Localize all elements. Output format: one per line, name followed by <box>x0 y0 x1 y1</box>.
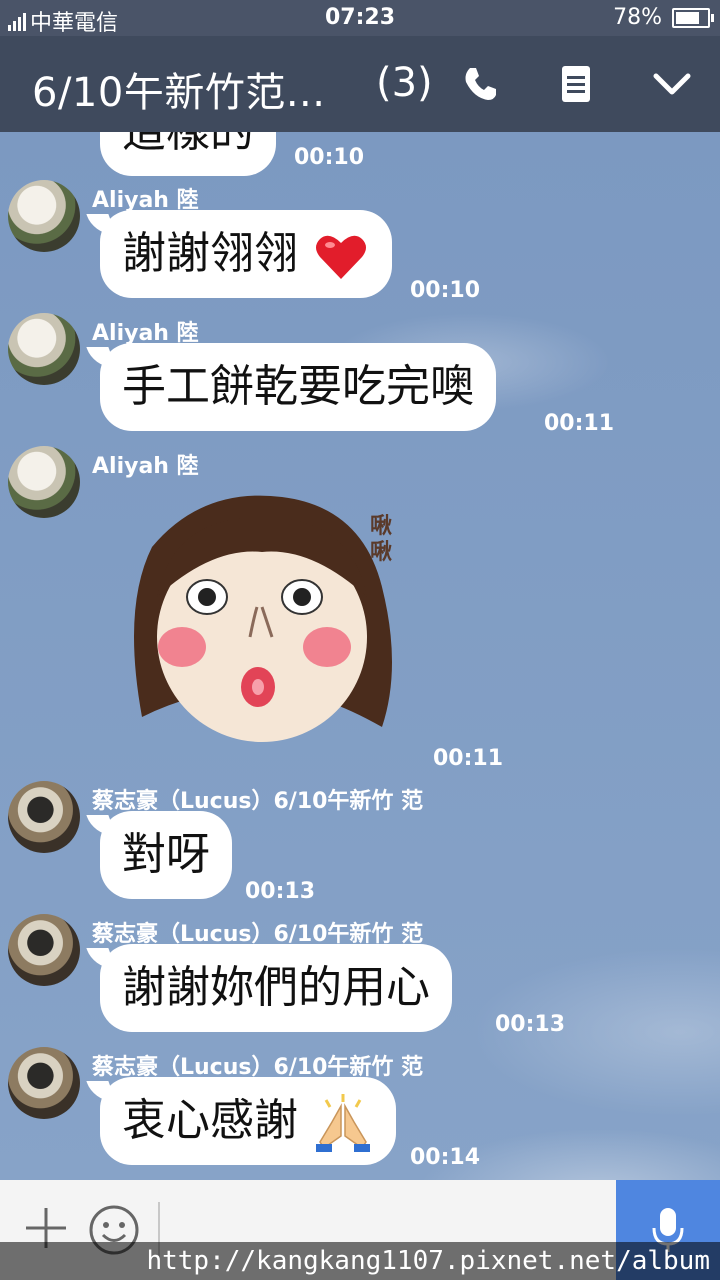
battery-percent: 78% <box>613 5 662 30</box>
sticker-caption: 啾啾 <box>370 514 393 565</box>
message-text: 對呀 <box>122 829 210 880</box>
message-time: 00:11 <box>433 746 504 771</box>
heart-icon <box>316 235 366 279</box>
member-count: (3) <box>376 60 433 106</box>
message-bubble[interactable]: 衷心感謝 <box>100 1077 396 1165</box>
watermark-url: http://kangkang1107.pixnet.net/album <box>0 1242 720 1280</box>
avatar[interactable] <box>8 914 80 986</box>
avatar[interactable] <box>8 446 80 518</box>
message-time: 00:10 <box>410 278 481 303</box>
phone-icon[interactable] <box>456 60 504 108</box>
message-time: 00:11 <box>544 411 615 436</box>
folded-hands-icon <box>316 1094 370 1152</box>
message-text: 手工餅乾要吃完噢 <box>122 361 474 412</box>
battery-icon <box>672 7 714 28</box>
avatar[interactable] <box>8 313 80 385</box>
message-bubble[interactable]: 對呀 <box>100 811 232 899</box>
avatar[interactable] <box>8 781 80 853</box>
message-text: 謝謝翎翎 <box>122 228 298 279</box>
chat-header: 6/10午新竹范... (3) <box>0 36 720 132</box>
message-time: 00:10 <box>294 145 365 170</box>
kissing-girl-sticker[interactable] <box>112 487 412 757</box>
message-time: 00:13 <box>245 879 316 904</box>
message-list[interactable]: 這樣的 00:10 Aliyah 陸 謝謝翎翎 00:10 Aliyah 陸 手… <box>0 132 720 1180</box>
message-bubble[interactable]: 謝謝妳們的用心 <box>100 944 452 1032</box>
message-text: 這樣的 <box>122 132 254 157</box>
message-time: 00:13 <box>495 1012 566 1037</box>
status-bar: 中華電信 07:23 78% <box>0 0 720 36</box>
chevron-down-icon[interactable] <box>648 60 696 108</box>
message-text: 衷心感謝 <box>122 1095 298 1146</box>
message-bubble[interactable]: 手工餅乾要吃完噢 <box>100 343 496 431</box>
avatar[interactable] <box>8 180 80 252</box>
battery: 78% <box>613 5 714 30</box>
status-time: 07:23 <box>324 5 396 30</box>
notes-icon[interactable] <box>552 60 600 108</box>
avatar[interactable] <box>8 1047 80 1119</box>
message-bubble[interactable]: 謝謝翎翎 <box>100 210 392 298</box>
sender-name: Aliyah 陸 <box>92 454 199 479</box>
message-bubble[interactable]: 這樣的 <box>100 132 276 176</box>
chat-title[interactable]: 6/10午新竹范... <box>32 60 325 118</box>
message-time: 00:14 <box>410 1145 481 1170</box>
message-text: 謝謝妳們的用心 <box>122 962 430 1013</box>
